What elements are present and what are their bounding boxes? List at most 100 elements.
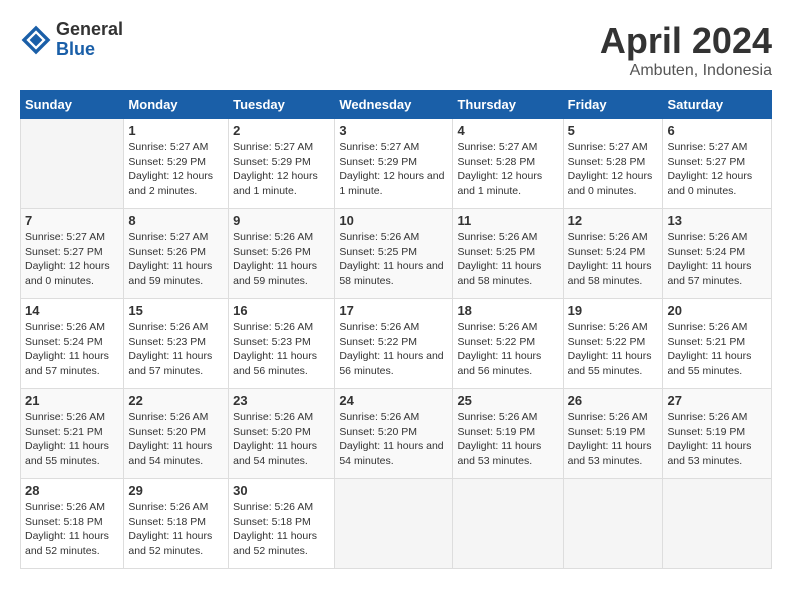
calendar-cell: 4Sunrise: 5:27 AMSunset: 5:28 PMDaylight…	[453, 119, 563, 209]
day-info: Sunrise: 5:26 AMSunset: 5:25 PMDaylight:…	[339, 230, 448, 289]
day-info: Sunrise: 5:26 AMSunset: 5:18 PMDaylight:…	[233, 500, 330, 559]
day-info: Sunrise: 5:27 AMSunset: 5:28 PMDaylight:…	[457, 140, 558, 199]
day-info: Sunrise: 5:26 AMSunset: 5:23 PMDaylight:…	[128, 320, 224, 379]
day-number: 7	[25, 213, 119, 228]
day-info: Sunrise: 5:27 AMSunset: 5:29 PMDaylight:…	[128, 140, 224, 199]
calendar-cell	[563, 479, 663, 569]
page-header: General Blue April 2024 Ambuten, Indones…	[20, 20, 772, 80]
calendar-cell: 26Sunrise: 5:26 AMSunset: 5:19 PMDayligh…	[563, 389, 663, 479]
calendar-cell: 12 Sunrise: 5:26 AMSunset: 5:24 PMDayligh…	[563, 209, 663, 299]
day-number: 28	[25, 483, 119, 498]
calendar-cell	[663, 479, 772, 569]
day-number: 17	[339, 303, 448, 318]
weekday-header-sunday: Sunday	[21, 91, 124, 119]
logo-icon	[20, 24, 52, 56]
calendar-cell: 16Sunrise: 5:26 AMSunset: 5:23 PMDayligh…	[229, 299, 335, 389]
title-block: April 2024 Ambuten, Indonesia	[600, 20, 772, 80]
calendar-cell: 11Sunrise: 5:26 AMSunset: 5:25 PMDayligh…	[453, 209, 563, 299]
calendar-cell: 29 Sunrise: 5:26 AMSunset: 5:18 PMDayligh…	[124, 479, 229, 569]
calendar-cell	[453, 479, 563, 569]
day-info: Sunrise: 5:26 AMSunset: 5:19 PMDaylight:…	[457, 410, 558, 469]
day-number: 18	[457, 303, 558, 318]
day-number: 8	[128, 213, 224, 228]
day-info: Sunrise: 5:26 AMSunset: 5:21 PMDaylight:…	[667, 320, 767, 379]
day-info: Sunrise: 5:26 AMSunset: 5:24 PMDaylight:…	[568, 230, 659, 289]
calendar-cell: 15 Sunrise: 5:26 AMSunset: 5:23 PMDayligh…	[124, 299, 229, 389]
day-number: 30	[233, 483, 330, 498]
calendar-cell: 3 Sunrise: 5:27 AMSunset: 5:29 PMDaylight…	[335, 119, 453, 209]
day-info: Sunrise: 5:27 AMSunset: 5:29 PMDaylight:…	[339, 140, 448, 199]
day-info: Sunrise: 5:26 AMSunset: 5:19 PMDaylight:…	[667, 410, 767, 469]
day-number: 27	[667, 393, 767, 408]
day-info: Sunrise: 5:26 AMSunset: 5:18 PMDaylight:…	[25, 500, 119, 559]
calendar-cell: 30 Sunrise: 5:26 AMSunset: 5:18 PMDayligh…	[229, 479, 335, 569]
day-info: Sunrise: 5:26 AMSunset: 5:22 PMDaylight:…	[339, 320, 448, 379]
calendar-cell: 5 Sunrise: 5:27 AMSunset: 5:28 PMDaylight…	[563, 119, 663, 209]
calendar-cell: 9 Sunrise: 5:26 AMSunset: 5:26 PMDaylight…	[229, 209, 335, 299]
calendar-body: 1 Sunrise: 5:27 AMSunset: 5:29 PMDaylight…	[21, 119, 772, 569]
day-number: 12	[568, 213, 659, 228]
day-number: 21	[25, 393, 119, 408]
day-info: Sunrise: 5:26 AMSunset: 5:20 PMDaylight:…	[233, 410, 330, 469]
calendar-week-2: 7 Sunrise: 5:27 AMSunset: 5:27 PMDaylight…	[21, 209, 772, 299]
day-info: Sunrise: 5:26 AMSunset: 5:25 PMDaylight:…	[457, 230, 558, 289]
calendar-cell: 13Sunrise: 5:26 AMSunset: 5:24 PMDayligh…	[663, 209, 772, 299]
calendar-week-3: 14Sunrise: 5:26 AMSunset: 5:24 PMDayligh…	[21, 299, 772, 389]
calendar-cell: 18 Sunrise: 5:26 AMSunset: 5:22 PMDayligh…	[453, 299, 563, 389]
day-number: 5	[568, 123, 659, 138]
calendar-cell: 17 Sunrise: 5:26 AMSunset: 5:22 PMDayligh…	[335, 299, 453, 389]
day-number: 2	[233, 123, 330, 138]
weekday-header-friday: Friday	[563, 91, 663, 119]
day-number: 1	[128, 123, 224, 138]
calendar-cell: 14Sunrise: 5:26 AMSunset: 5:24 PMDayligh…	[21, 299, 124, 389]
day-number: 15	[128, 303, 224, 318]
day-info: Sunrise: 5:26 AMSunset: 5:18 PMDaylight:…	[128, 500, 224, 559]
location: Ambuten, Indonesia	[600, 62, 772, 80]
logo: General Blue	[20, 20, 123, 60]
day-info: Sunrise: 5:26 AMSunset: 5:24 PMDaylight:…	[25, 320, 119, 379]
calendar-header: SundayMondayTuesdayWednesdayThursdayFrid…	[21, 91, 772, 119]
calendar-cell: 2 Sunrise: 5:27 AMSunset: 5:29 PMDaylight…	[229, 119, 335, 209]
calendar-cell: 10 Sunrise: 5:26 AMSunset: 5:25 PMDayligh…	[335, 209, 453, 299]
calendar-cell: 20 Sunrise: 5:26 AMSunset: 5:21 PMDayligh…	[663, 299, 772, 389]
day-number: 24	[339, 393, 448, 408]
weekday-header-tuesday: Tuesday	[229, 91, 335, 119]
calendar-cell: 23 Sunrise: 5:26 AMSunset: 5:20 PMDayligh…	[229, 389, 335, 479]
day-info: Sunrise: 5:27 AMSunset: 5:26 PMDaylight:…	[128, 230, 224, 289]
day-number: 22	[128, 393, 224, 408]
day-info: Sunrise: 5:27 AMSunset: 5:27 PMDaylight:…	[667, 140, 767, 199]
day-info: Sunrise: 5:27 AMSunset: 5:27 PMDaylight:…	[25, 230, 119, 289]
calendar-cell: 6 Sunrise: 5:27 AMSunset: 5:27 PMDaylight…	[663, 119, 772, 209]
day-info: Sunrise: 5:26 AMSunset: 5:23 PMDaylight:…	[233, 320, 330, 379]
weekday-header-saturday: Saturday	[663, 91, 772, 119]
weekday-header-monday: Monday	[124, 91, 229, 119]
day-number: 25	[457, 393, 558, 408]
calendar-cell: 22 Sunrise: 5:26 AMSunset: 5:20 PMDayligh…	[124, 389, 229, 479]
calendar-table: SundayMondayTuesdayWednesdayThursdayFrid…	[20, 90, 772, 569]
calendar-cell: 1 Sunrise: 5:27 AMSunset: 5:29 PMDaylight…	[124, 119, 229, 209]
day-info: Sunrise: 5:26 AMSunset: 5:20 PMDaylight:…	[128, 410, 224, 469]
day-info: Sunrise: 5:26 AMSunset: 5:20 PMDaylight:…	[339, 410, 448, 469]
day-number: 20	[667, 303, 767, 318]
calendar-cell: 21Sunrise: 5:26 AMSunset: 5:21 PMDayligh…	[21, 389, 124, 479]
day-info: Sunrise: 5:27 AMSunset: 5:29 PMDaylight:…	[233, 140, 330, 199]
calendar-cell: 28 Sunrise: 5:26 AMSunset: 5:18 PMDayligh…	[21, 479, 124, 569]
calendar-week-1: 1 Sunrise: 5:27 AMSunset: 5:29 PMDaylight…	[21, 119, 772, 209]
calendar-week-5: 28 Sunrise: 5:26 AMSunset: 5:18 PMDayligh…	[21, 479, 772, 569]
day-number: 23	[233, 393, 330, 408]
day-info: Sunrise: 5:26 AMSunset: 5:22 PMDaylight:…	[457, 320, 558, 379]
weekday-header-wednesday: Wednesday	[335, 91, 453, 119]
day-info: Sunrise: 5:27 AMSunset: 5:28 PMDaylight:…	[568, 140, 659, 199]
weekday-row: SundayMondayTuesdayWednesdayThursdayFrid…	[21, 91, 772, 119]
day-number: 29	[128, 483, 224, 498]
day-number: 10	[339, 213, 448, 228]
day-number: 19	[568, 303, 659, 318]
day-number: 3	[339, 123, 448, 138]
calendar-cell: 24 Sunrise: 5:26 AMSunset: 5:20 PMDayligh…	[335, 389, 453, 479]
logo-general-text: General	[56, 19, 123, 39]
day-number: 6	[667, 123, 767, 138]
day-number: 9	[233, 213, 330, 228]
day-info: Sunrise: 5:26 AMSunset: 5:26 PMDaylight:…	[233, 230, 330, 289]
day-number: 26	[568, 393, 659, 408]
calendar-cell: 27 Sunrise: 5:26 AMSunset: 5:19 PMDayligh…	[663, 389, 772, 479]
